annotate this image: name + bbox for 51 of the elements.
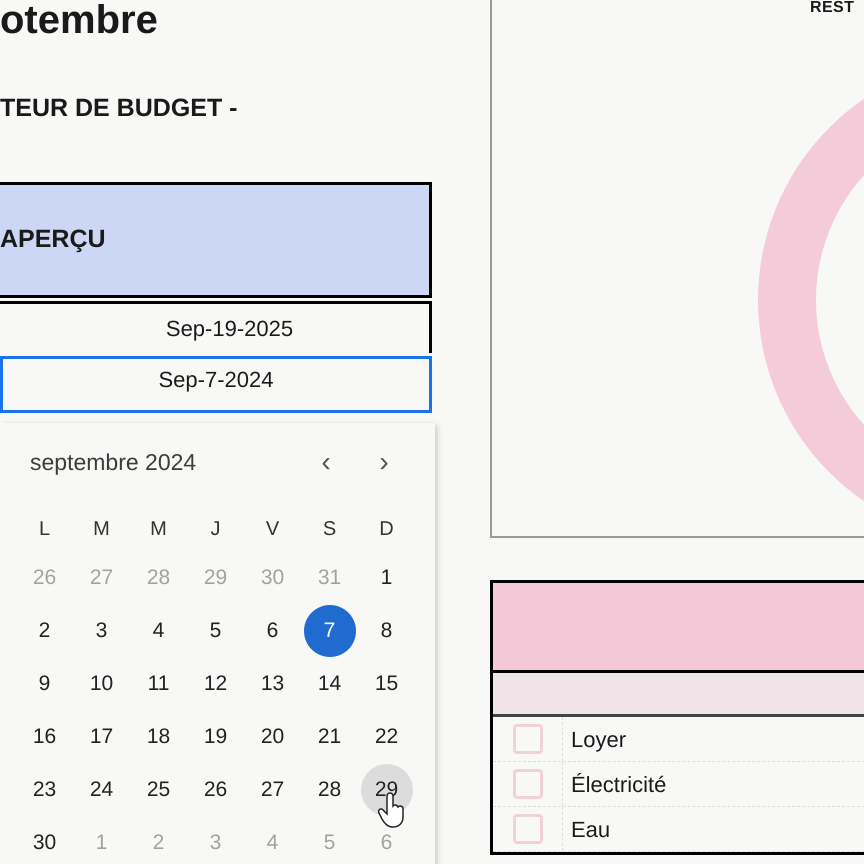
day-button[interactable]: 17 xyxy=(76,711,128,763)
checkbox[interactable] xyxy=(512,769,542,799)
weekday-label: M xyxy=(93,516,110,542)
day-button[interactable]: 26 xyxy=(190,764,242,816)
day-button[interactable]: 10 xyxy=(76,658,128,710)
day-button[interactable]: 24 xyxy=(76,764,128,816)
date-cell[interactable]: Sep-7-2024 xyxy=(0,356,432,412)
day-button[interactable]: 8 xyxy=(360,605,412,657)
day-button[interactable]: 21 xyxy=(304,711,356,763)
day-button[interactable]: 14 xyxy=(304,658,356,710)
day-button[interactable]: 3 xyxy=(76,605,128,657)
checkbox[interactable] xyxy=(512,814,542,844)
day-button[interactable]: 15 xyxy=(360,658,412,710)
day-button[interactable]: 19 xyxy=(190,711,242,763)
chart-label: REST xyxy=(810,0,854,16)
page-title: otembre xyxy=(0,0,158,40)
day-button[interactable]: 16 xyxy=(18,711,70,763)
weekday-label: M xyxy=(150,516,167,542)
day-button[interactable]: 13 xyxy=(246,658,298,710)
month-label: septembre 2024 xyxy=(30,448,196,477)
day-button[interactable]: 28 xyxy=(304,764,356,816)
day-button[interactable]: 30 xyxy=(18,817,70,864)
day-button[interactable]: 20 xyxy=(246,711,298,763)
day-button[interactable]: 12 xyxy=(190,658,242,710)
next-month-button[interactable]: › xyxy=(369,448,399,476)
checkbox[interactable] xyxy=(512,724,542,754)
weekday-label: D xyxy=(379,516,394,542)
day-button[interactable]: 18 xyxy=(132,711,184,763)
expense-label: Eau xyxy=(571,816,610,844)
weekday-label: S xyxy=(322,516,336,542)
day-button[interactable]: 7 xyxy=(304,605,356,657)
day-button[interactable]: 2 xyxy=(18,605,70,657)
day-button[interactable]: 9 xyxy=(18,658,70,710)
subtitle: TEUR DE BUDGET - xyxy=(0,93,238,124)
weekday-label: V xyxy=(266,516,280,542)
day-button[interactable]: 11 xyxy=(132,658,184,710)
date-cell[interactable]: Sep-19-2025 xyxy=(0,300,432,352)
day-button[interactable]: 25 xyxy=(132,764,184,816)
weekday-label: L xyxy=(38,516,50,542)
previous-month-button[interactable]: ‹ xyxy=(311,448,341,476)
day-button[interactable]: 23 xyxy=(18,764,70,816)
overview-header: APERÇU xyxy=(0,182,432,298)
day-button[interactable]: 6 xyxy=(246,605,298,657)
weekday-label: J xyxy=(210,516,220,542)
day-button[interactable]: 22 xyxy=(360,711,412,763)
day-button[interactable]: 5 xyxy=(190,605,242,657)
expense-label: Loyer xyxy=(571,726,626,754)
day-button[interactable]: 27 xyxy=(246,764,298,816)
day-button[interactable]: 1 xyxy=(360,552,412,604)
day-button[interactable]: 4 xyxy=(132,605,184,657)
expense-label: Électricité xyxy=(571,770,666,798)
